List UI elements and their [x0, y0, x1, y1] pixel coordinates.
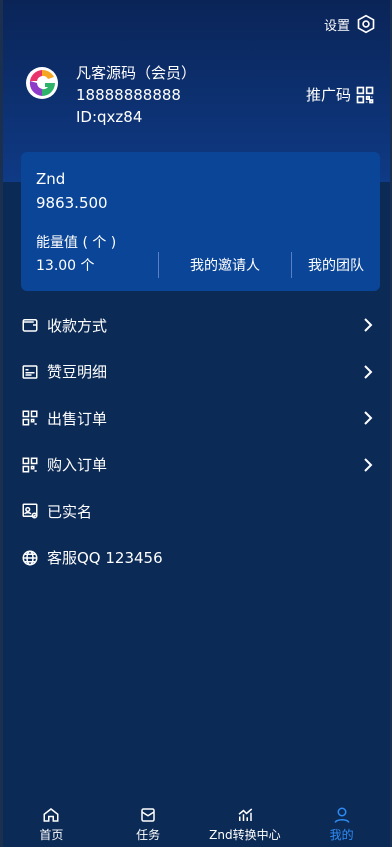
bottom-tab-bar: 首页 任务 Znd转换中心 我的	[3, 797, 390, 847]
menu-item-points-detail[interactable]: 赞豆明细	[3, 349, 390, 396]
menu-item-label: 收款方式	[47, 316, 108, 335]
promo-code-button[interactable]: 推广码	[306, 84, 375, 105]
menu-item-label: 赞豆明细	[47, 363, 108, 382]
menu-item-verified[interactable]: 已实名	[3, 488, 390, 535]
coin-balance: 9863.500	[36, 194, 108, 212]
menu-item-sell-orders[interactable]: 出售订单	[3, 395, 390, 442]
balance-card: Znd 9863.500 能量值 ( 个 ) 13.00 个 我的邀请人 我的团…	[21, 152, 380, 291]
task-icon	[141, 807, 155, 822]
home-icon	[43, 807, 59, 822]
energy-label: 能量值 ( 个 )	[36, 235, 117, 251]
my-inviter-link[interactable]: 我的邀请人	[158, 252, 291, 278]
chevron-right-icon	[364, 318, 373, 332]
energy-row: 13.00 个 我的邀请人 我的团队	[21, 252, 380, 278]
qr-code-icon	[356, 86, 374, 103]
my-team-link[interactable]: 我的团队	[291, 252, 380, 278]
tab-label: 首页	[39, 827, 64, 842]
menu-item-customer-service[interactable]: 客服QQ 123456	[3, 535, 390, 582]
chevron-right-icon	[364, 411, 373, 425]
user-name: 凡客源码（会员）	[76, 64, 197, 82]
menu-item-label: 出售订单	[47, 409, 108, 428]
app-frame: 设置 凡客源码（会员） 18888888888 ID:qxz84 推广码 Znd	[0, 0, 392, 847]
profile-info: 凡客源码（会员） 18888888888 ID:qxz84	[76, 62, 196, 128]
gear-icon	[357, 14, 375, 34]
tab-mine[interactable]: 我的	[293, 797, 390, 847]
settings-label: 设置	[323, 18, 350, 34]
menu-item-label: 客服QQ 123456	[47, 549, 163, 568]
card-list-icon	[22, 365, 38, 379]
settings-button[interactable]: 设置	[324, 14, 376, 34]
chevron-right-icon	[364, 458, 373, 472]
globe-icon	[22, 550, 38, 566]
menu-item-payment-methods[interactable]: 收款方式	[3, 302, 390, 349]
menu-list: 收款方式 赞豆明细 出售订单 购入订单 已实名 客服QQ 123456	[3, 302, 390, 581]
tab-label: 我的	[329, 827, 354, 842]
menu-item-label: 购入订单	[47, 456, 108, 475]
user-icon	[334, 807, 350, 823]
chart-icon	[238, 807, 253, 821]
grid-icon	[22, 457, 38, 473]
tab-label: Znd转换中心	[209, 827, 281, 842]
chevron-right-icon	[364, 365, 373, 379]
user-phone: 18888888888	[76, 86, 181, 104]
tab-exchange-center[interactable]: Znd转换中心	[197, 797, 294, 847]
grid-icon	[22, 410, 38, 426]
id-verified-icon	[22, 503, 38, 519]
brand-logo-icon	[26, 67, 58, 99]
menu-item-buy-orders[interactable]: 购入订单	[3, 442, 390, 489]
promo-code-label: 推广码	[305, 86, 351, 104]
tab-label: 任务	[136, 827, 161, 842]
tab-tasks[interactable]: 任务	[100, 797, 197, 847]
wallet-icon	[22, 319, 38, 332]
energy-value: 13.00 个	[36, 258, 95, 274]
coin-name: Znd	[36, 170, 66, 188]
user-id: ID:qxz84	[76, 108, 143, 126]
avatar[interactable]	[25, 66, 59, 100]
menu-item-label: 已实名	[47, 502, 93, 521]
tab-home[interactable]: 首页	[3, 797, 100, 847]
